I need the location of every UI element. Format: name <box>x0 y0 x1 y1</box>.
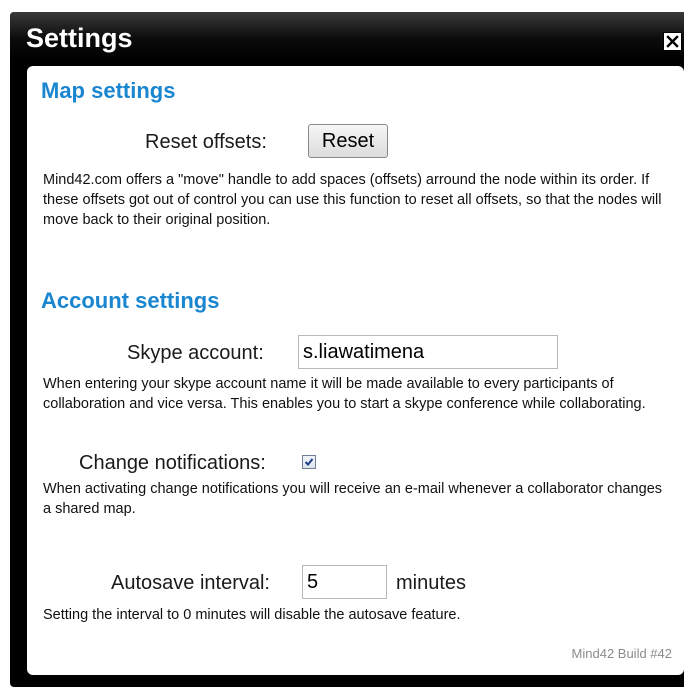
settings-content: Map settings Reset offsets: Reset Mind42… <box>27 66 684 675</box>
change-notifications-label: Change notifications: <box>79 452 266 474</box>
skype-account-input[interactable] <box>298 335 558 369</box>
skype-account-label: Skype account: <box>127 342 264 364</box>
checkmark-icon <box>304 458 314 466</box>
close-button[interactable] <box>663 32 682 51</box>
autosave-interval-label: Autosave interval: <box>111 572 270 594</box>
autosave-unit-label: minutes <box>396 572 467 594</box>
dialog-titlebar[interactable]: Settings <box>10 12 684 60</box>
reset-offsets-label: Reset offsets: <box>145 131 267 153</box>
autosave-description: Setting the interval to 0 minutes will d… <box>43 607 461 623</box>
autosave-interval-input[interactable] <box>302 565 387 599</box>
reset-offsets-description: Mind42.com offers a "move" handle to add… <box>43 172 662 228</box>
dialog-title: Settings <box>26 23 133 53</box>
build-version: Mind42 Build #42 <box>571 646 672 661</box>
change-notifications-checkbox[interactable] <box>302 455 316 469</box>
account-settings-heading: Account settings <box>41 288 220 313</box>
close-icon <box>666 35 679 48</box>
map-settings-heading: Map settings <box>41 78 176 103</box>
settings-dialog: Settings Map settings Reset offsets: Res… <box>10 12 684 687</box>
reset-offsets-button[interactable]: Reset <box>308 124 388 158</box>
change-notifications-description: When activating change notifications you… <box>43 481 663 517</box>
skype-account-description: When entering your skype account name it… <box>43 376 646 412</box>
